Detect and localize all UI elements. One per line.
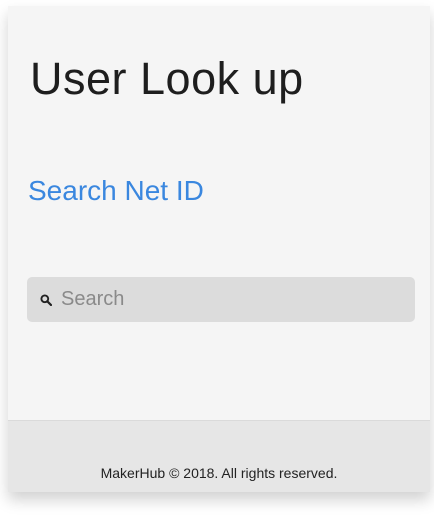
search-net-id-link[interactable]: Search Net ID	[28, 174, 204, 208]
search-icon	[40, 293, 52, 306]
search-box[interactable]	[27, 277, 415, 322]
footer: MakerHub © 2018. All rights reserved.	[8, 420, 430, 492]
footer-copyright: MakerHub © 2018. All rights reserved.	[100, 465, 338, 481]
page-container: User Look up Search Net ID MakerHub © 20…	[8, 6, 430, 492]
page-title: User Look up	[30, 53, 304, 104]
search-input[interactable]	[61, 288, 381, 311]
main-content: User Look up Search Net ID	[8, 6, 430, 420]
